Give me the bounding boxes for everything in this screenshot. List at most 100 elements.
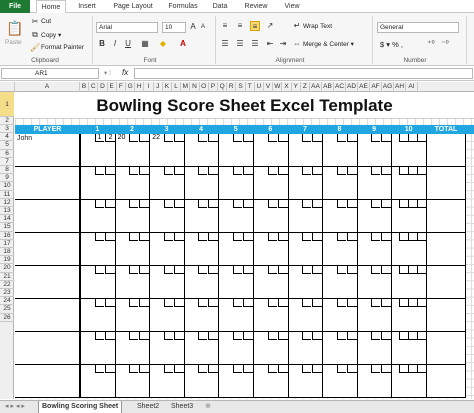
italic-icon[interactable]: I bbox=[110, 39, 120, 49]
frame-cell[interactable] bbox=[356, 233, 393, 266]
column-header[interactable]: I bbox=[144, 82, 154, 92]
roll-box[interactable] bbox=[407, 167, 417, 175]
frame-cell[interactable] bbox=[183, 266, 220, 299]
frame-cell[interactable] bbox=[80, 200, 116, 233]
frame-cell[interactable] bbox=[149, 332, 185, 365]
column-header[interactable]: Z bbox=[301, 82, 310, 92]
frame-cell[interactable] bbox=[253, 134, 289, 167]
row-header[interactable]: 25 bbox=[0, 305, 14, 314]
column-header[interactable]: AI bbox=[406, 82, 418, 92]
frame-cell[interactable] bbox=[391, 365, 426, 398]
worksheet-grid[interactable]: Bowling Score Sheet Excel Template PLAYE… bbox=[15, 92, 474, 399]
frame-cell[interactable] bbox=[391, 233, 426, 266]
column-header[interactable]: A bbox=[15, 82, 80, 92]
cut-icon[interactable]: ✂ bbox=[30, 17, 40, 27]
roll-box[interactable] bbox=[416, 134, 426, 142]
tab-page-layout[interactable]: Page Layout bbox=[107, 0, 159, 13]
roll-box[interactable] bbox=[416, 266, 426, 274]
column-header[interactable]: C bbox=[89, 82, 99, 92]
roll-box[interactable] bbox=[416, 200, 426, 208]
frame-cell[interactable] bbox=[149, 167, 185, 200]
tab-home[interactable]: Home bbox=[36, 0, 66, 14]
frame-cell[interactable] bbox=[356, 200, 393, 233]
frame-cell[interactable] bbox=[287, 134, 324, 167]
sheet-tab-bowling[interactable]: Bowling Scoring Sheet bbox=[38, 401, 123, 413]
total-cell[interactable] bbox=[426, 200, 466, 233]
frame-cell[interactable] bbox=[356, 332, 393, 365]
frame-cell[interactable] bbox=[253, 365, 289, 398]
frame-cell[interactable] bbox=[391, 299, 426, 332]
column-header[interactable]: E bbox=[108, 82, 117, 92]
tab-review[interactable]: Review bbox=[239, 0, 273, 13]
total-cell[interactable] bbox=[426, 233, 466, 266]
increase-decimal-icon[interactable]: ⁺⁰ bbox=[426, 39, 436, 49]
frame-cell[interactable]: 22 bbox=[149, 134, 185, 167]
frame-cell[interactable] bbox=[114, 167, 151, 200]
column-header[interactable]: X bbox=[282, 82, 292, 92]
player-name-cell[interactable]: John bbox=[15, 134, 80, 167]
column-header[interactable]: V bbox=[264, 82, 274, 92]
frame-cell[interactable] bbox=[356, 299, 393, 332]
column-header[interactable]: S bbox=[236, 82, 246, 92]
row-header[interactable]: 11 bbox=[0, 191, 14, 199]
column-header[interactable]: Y bbox=[292, 82, 301, 92]
format-painter-icon[interactable]: 🖌 bbox=[30, 43, 40, 53]
insert-sheet-icon[interactable]: ⊕ bbox=[202, 401, 214, 413]
align-top-icon[interactable]: ≡ bbox=[220, 21, 230, 31]
bold-icon[interactable]: B bbox=[97, 39, 107, 49]
row-header[interactable]: 6 bbox=[0, 150, 14, 158]
roll-box[interactable] bbox=[416, 167, 426, 175]
frame-cell[interactable] bbox=[114, 365, 151, 398]
frame-cell[interactable] bbox=[80, 266, 116, 299]
column-header[interactable]: AF bbox=[370, 82, 382, 92]
tab-data[interactable]: Data bbox=[207, 0, 233, 13]
frame-cell[interactable] bbox=[253, 332, 289, 365]
row-header[interactable]: 15 bbox=[0, 223, 14, 232]
cut-button[interactable]: Cut bbox=[41, 18, 51, 25]
tab-insert[interactable]: Insert bbox=[72, 0, 102, 13]
roll-box[interactable] bbox=[407, 266, 417, 274]
frame-cell[interactable] bbox=[287, 266, 324, 299]
column-header[interactable]: AG bbox=[382, 82, 394, 92]
row-header[interactable]: 2 bbox=[0, 117, 14, 125]
font-size-dropdown[interactable]: 10 bbox=[162, 22, 186, 33]
row-header[interactable]: 12 bbox=[0, 199, 14, 207]
align-right-icon[interactable]: ☰ bbox=[250, 39, 260, 49]
frame-cell[interactable] bbox=[322, 167, 358, 200]
column-header[interactable]: N bbox=[190, 82, 200, 92]
player-name-cell[interactable] bbox=[15, 233, 80, 266]
decrease-decimal-icon[interactable]: ⁻⁰ bbox=[440, 39, 450, 49]
tab-file[interactable]: File bbox=[0, 0, 30, 13]
column-header[interactable]: AB bbox=[322, 82, 334, 92]
number-format-dropdown[interactable]: General bbox=[377, 22, 459, 33]
roll-box[interactable] bbox=[416, 365, 426, 373]
row-header[interactable]: 3 bbox=[0, 125, 14, 134]
frame-cell[interactable] bbox=[183, 167, 220, 200]
roll-box[interactable] bbox=[407, 233, 417, 241]
column-header[interactable]: Q bbox=[218, 82, 228, 92]
row-header[interactable]: 9 bbox=[0, 174, 14, 183]
roll-box[interactable] bbox=[407, 365, 417, 373]
frame-cell[interactable] bbox=[114, 299, 151, 332]
column-header[interactable]: B bbox=[80, 82, 90, 92]
row-header[interactable]: 22 bbox=[0, 281, 14, 289]
column-header[interactable]: AH bbox=[394, 82, 406, 92]
grow-font-icon[interactable]: A bbox=[188, 22, 198, 32]
roll-box[interactable] bbox=[407, 332, 417, 340]
wrap-text-button[interactable]: Wrap Text bbox=[303, 23, 332, 30]
frame-cell[interactable] bbox=[80, 167, 116, 200]
wrap-text-icon[interactable]: ↵ bbox=[292, 21, 302, 31]
frame-cell[interactable] bbox=[356, 167, 393, 200]
font-color-icon[interactable]: A bbox=[178, 39, 188, 49]
frame-cell[interactable] bbox=[391, 167, 426, 200]
roll-box[interactable] bbox=[407, 200, 417, 208]
frame-cell[interactable] bbox=[149, 200, 185, 233]
row-header[interactable]: 10 bbox=[0, 182, 14, 191]
column-header[interactable]: R bbox=[227, 82, 237, 92]
frame-cell[interactable] bbox=[287, 365, 324, 398]
frame-cell[interactable] bbox=[218, 332, 254, 365]
frame-cell[interactable] bbox=[183, 200, 220, 233]
paste-icon[interactable]: 📋 bbox=[6, 19, 24, 37]
row-header[interactable]: 5 bbox=[0, 141, 14, 150]
row-header[interactable]: 16 bbox=[0, 232, 14, 240]
